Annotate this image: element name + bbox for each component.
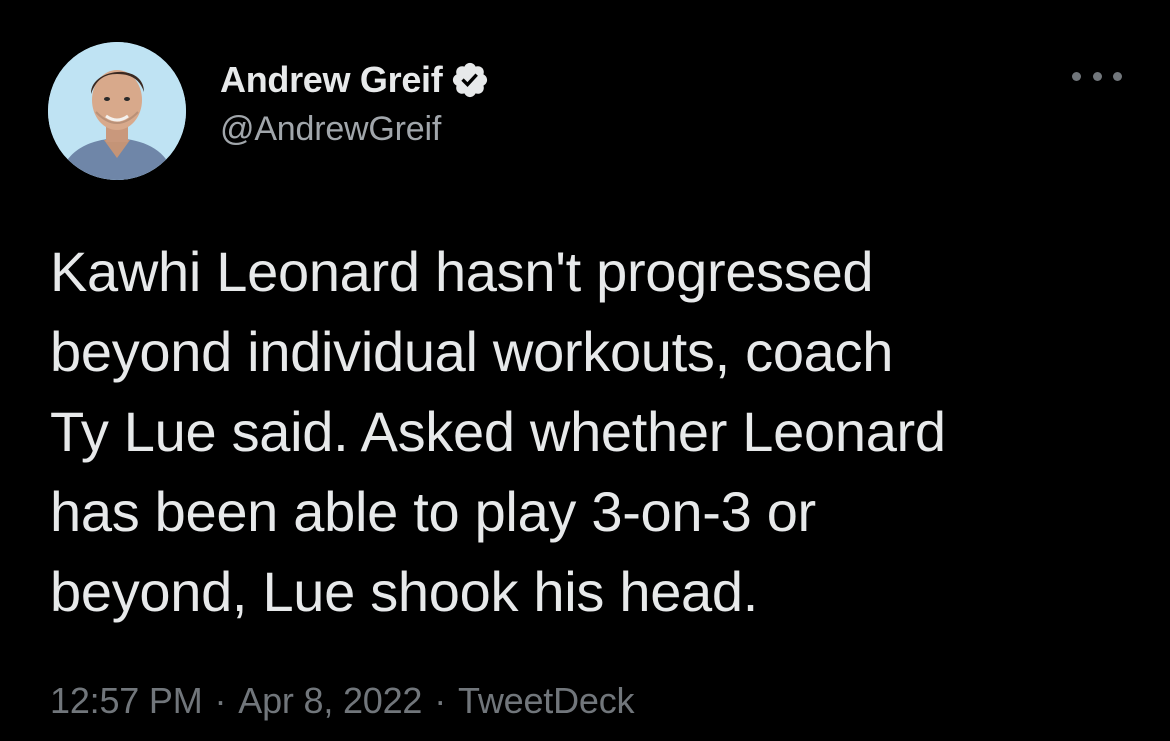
meta-separator: · — [434, 680, 447, 721]
tweet-date[interactable]: Apr 8, 2022 — [238, 680, 422, 722]
tweet-source[interactable]: TweetDeck — [458, 680, 634, 722]
verified-badge-icon — [450, 60, 490, 100]
tweet-time[interactable]: 12:57 PM — [50, 680, 203, 722]
tweet-meta: 12:57 PM · Apr 8, 2022 · TweetDeck — [50, 680, 635, 722]
author-display-name[interactable]: Andrew Greif — [220, 59, 443, 101]
profile-photo-icon — [48, 42, 186, 180]
author-avatar[interactable] — [48, 42, 186, 180]
meta-separator: · — [214, 680, 227, 721]
author-name-row: Andrew Greif — [220, 56, 490, 104]
ellipsis-dot-icon — [1092, 71, 1102, 81]
author-info: Andrew Greif @AndrewGreif — [220, 56, 490, 149]
more-options-button[interactable] — [1072, 64, 1122, 88]
ellipsis-dot-icon — [1072, 71, 1081, 81]
author-handle[interactable]: @AndrewGreif — [220, 110, 490, 149]
tweet-card: Andrew Greif @AndrewGreif Kawhi Leonard … — [0, 0, 1170, 741]
ellipsis-dot-icon — [1113, 71, 1122, 81]
tweet-text: Kawhi Leonard hasn't progressed beyond i… — [50, 240, 946, 623]
